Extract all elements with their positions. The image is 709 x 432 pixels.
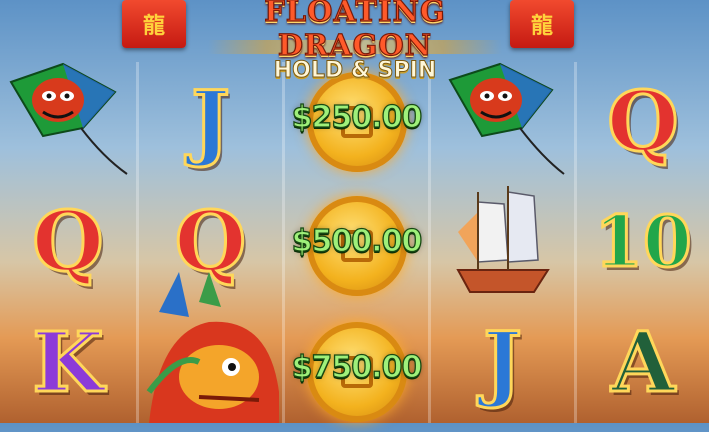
lantern-left-icon: 龍 bbox=[122, 0, 186, 48]
lantern-right-icon: 龍 bbox=[510, 0, 574, 48]
prize-value: $500.00 bbox=[291, 223, 423, 259]
game-header: 龍 FLOATING DRAGON HOLD & SPIN 龍 bbox=[0, 0, 709, 84]
prize-value: $250.00 bbox=[291, 99, 423, 135]
symbol-q: Q bbox=[31, 194, 105, 290]
kite-symbol-icon bbox=[0, 62, 136, 182]
reel-4[interactable]: J bbox=[431, 62, 574, 423]
coin-symbol: $500.00 bbox=[285, 186, 428, 306]
symbol-k: K bbox=[31, 314, 105, 411]
game-logo: FLOATING DRAGON HOLD & SPIN bbox=[200, 0, 510, 84]
ship-symbol-icon bbox=[431, 182, 574, 302]
coin-symbol: $750.00 bbox=[285, 312, 428, 432]
reel-5[interactable]: Q 10 A bbox=[577, 62, 709, 423]
symbol-q: Q bbox=[606, 74, 680, 170]
prize-value: $750.00 bbox=[291, 349, 423, 385]
logo-title: FLOATING DRAGON bbox=[264, 0, 446, 63]
symbol-10: 10 bbox=[593, 200, 693, 283]
reel-2[interactable]: J Q bbox=[139, 62, 282, 423]
logo-subtitle: HOLD & SPIN bbox=[273, 58, 437, 84]
reel-1[interactable]: Q K bbox=[0, 62, 136, 423]
dragon-symbol-icon bbox=[139, 272, 282, 423]
reel-grid[interactable]: Q K J Q $250.00 $500.00 $750.00 J Q 10 A bbox=[0, 62, 709, 423]
symbol-a: A bbox=[610, 314, 677, 411]
reel-3[interactable]: $250.00 $500.00 $750.00 bbox=[285, 62, 428, 423]
symbol-j: J bbox=[482, 314, 524, 411]
